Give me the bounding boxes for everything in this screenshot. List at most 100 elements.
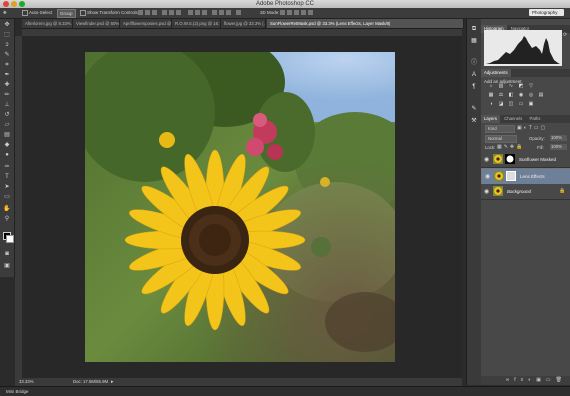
fill-field[interactable]: 100% <box>550 144 567 150</box>
document-tab[interactable]: Afterlorem.jpg @ 8.33%... <box>22 19 73 28</box>
layer-mask-thumbnail[interactable] <box>506 171 516 181</box>
move-tool-icon[interactable]: ✥ <box>3 8 7 18</box>
dodge-tool-icon[interactable]: ● <box>3 152 11 159</box>
layers-tab[interactable]: Layers <box>481 115 500 123</box>
zoom-level[interactable]: 33.33% <box>19 378 34 386</box>
distribute-bottom-icon[interactable] <box>202 10 207 15</box>
3d-rotate-icon[interactable] <box>280 10 285 15</box>
background-color-swatch[interactable] <box>6 235 14 243</box>
status-menu-icon[interactable]: ▸ <box>111 378 114 386</box>
color-balance-icon[interactable]: ⚖ <box>498 93 504 98</box>
layer-row[interactable]: ◉ Sunflower Masked <box>481 152 570 168</box>
visibility-eye-icon[interactable]: ◉ <box>485 173 490 180</box>
layer-filter-icons[interactable]: ▣◐T▭▢ <box>517 125 565 131</box>
workspace-dropdown[interactable]: Photography <box>529 9 564 16</box>
auto-align-icon[interactable] <box>236 10 241 15</box>
quick-select-tool-icon[interactable]: ✎ <box>3 52 11 59</box>
path-select-tool-icon[interactable]: ➤ <box>3 184 11 191</box>
distribute-left-icon[interactable] <box>212 10 217 15</box>
layer-row-selected[interactable]: ◉ Lens Effects <box>481 168 570 185</box>
layers-footer-icons[interactable]: ∞fx◐▣▭🗑 <box>481 376 570 385</box>
distribute-center-icon[interactable] <box>219 10 224 15</box>
curves-icon[interactable]: ∿ <box>508 84 514 89</box>
layer-mask-thumbnail[interactable] <box>505 154 515 164</box>
opacity-field[interactable]: 100% <box>550 135 567 141</box>
shape-tool-icon[interactable]: ▭ <box>3 194 11 201</box>
hue-saturation-icon[interactable]: ▦ <box>488 93 494 98</box>
invert-icon[interactable]: ◑ <box>488 102 494 107</box>
type-tool-icon[interactable]: T <box>3 174 11 181</box>
layer-filter-kind-dropdown[interactable]: Kind <box>485 125 515 133</box>
auto-select-dropdown[interactable]: Group <box>57 9 76 18</box>
document-tab-active[interactable]: SunFlowerRetMask.psd @ 33.3% (Lens Effec… <box>267 19 464 28</box>
move-tool-icon[interactable]: ✥ <box>3 22 11 29</box>
align-middle-icon[interactable] <box>145 10 150 15</box>
channels-tab[interactable]: Channels <box>501 115 525 123</box>
vibrance-icon[interactable]: ▽ <box>528 84 534 89</box>
lasso-tool-icon[interactable]: ↄ <box>3 42 11 49</box>
info-icon[interactable]: ⓘ <box>470 59 478 67</box>
levels-icon[interactable]: ▥ <box>498 84 504 89</box>
blend-mode-dropdown[interactable]: Normal <box>485 135 517 143</box>
adjustments-tab[interactable]: Adjustments <box>481 69 511 77</box>
properties-icon[interactable]: ▦ <box>470 37 478 45</box>
document-tab[interactable]: Viewfinder.psd @ 50% C... <box>73 19 120 28</box>
character-icon[interactable]: A <box>470 71 478 79</box>
photo-filter-icon[interactable]: ◉ <box>518 93 524 98</box>
brightness-contrast-icon[interactable]: ☼ <box>488 84 494 89</box>
paths-tab[interactable]: Paths <box>526 115 543 123</box>
layer-row[interactable]: ◉ Background 🔒 <box>481 184 570 200</box>
zoom-tool-icon[interactable]: ⚲ <box>3 216 11 223</box>
brush-presets-icon[interactable]: ✎ <box>470 105 478 113</box>
3d-pan-icon[interactable] <box>294 10 299 15</box>
paragraph-icon[interactable]: ¶ <box>470 83 478 91</box>
align-center-icon[interactable] <box>169 10 174 15</box>
document-canvas[interactable] <box>85 52 395 362</box>
layer-name[interactable]: Lens Effects <box>520 169 545 184</box>
layer-name[interactable]: Sunflower Masked <box>519 152 556 167</box>
tool-presets-icon[interactable]: ⚒ <box>470 117 478 125</box>
eyedropper-tool-icon[interactable]: ✒ <box>3 72 11 79</box>
blur-tool-icon[interactable]: ◆ <box>3 142 11 149</box>
selective-color-icon[interactable]: ▣ <box>528 102 534 107</box>
distribute-middle-icon[interactable] <box>195 10 200 15</box>
3d-roll-icon[interactable] <box>287 10 292 15</box>
distribute-top-icon[interactable] <box>188 10 193 15</box>
visibility-eye-icon[interactable]: ◉ <box>484 156 489 163</box>
align-bottom-icon[interactable] <box>152 10 157 15</box>
pen-tool-icon[interactable]: ✑ <box>3 164 11 171</box>
show-transform-checkbox[interactable]: Show Transform Controls <box>80 8 138 18</box>
document-tab[interactable]: R.O.W.S.(2).png @ 16.7%... <box>172 19 221 28</box>
document-tab[interactable]: flower.jpg @ 33.3% (... <box>221 19 266 28</box>
channel-mixer-icon[interactable]: ◎ <box>528 93 534 98</box>
align-top-icon[interactable] <box>138 10 143 15</box>
3d-scale-icon[interactable] <box>308 10 313 15</box>
threshold-icon[interactable]: ◫ <box>508 102 514 107</box>
history-brush-tool-icon[interactable]: ↺ <box>3 112 11 119</box>
exposure-icon[interactable]: ◩ <box>518 84 524 89</box>
screen-mode-icon[interactable]: ▣ <box>3 263 11 270</box>
healing-brush-tool-icon[interactable]: ✚ <box>3 82 11 89</box>
eraser-tool-icon[interactable]: ▱ <box>3 122 11 129</box>
histogram-refresh-icon[interactable]: ⟳ <box>563 32 567 38</box>
crop-tool-icon[interactable]: ⌗ <box>3 62 11 69</box>
marquee-tool-icon[interactable]: ⬚ <box>3 32 11 39</box>
history-icon[interactable]: ⧉ <box>470 25 478 33</box>
gradient-tool-icon[interactable]: ▤ <box>3 132 11 139</box>
clone-stamp-tool-icon[interactable]: ⊥ <box>3 102 11 109</box>
layer-name[interactable]: Background <box>507 184 531 199</box>
align-right-icon[interactable] <box>176 10 181 15</box>
brush-tool-icon[interactable]: ✏ <box>3 92 11 99</box>
auto-select-checkbox[interactable]: Auto-Select <box>22 8 52 18</box>
lock-icons[interactable]: ▦✎✥🔒 <box>497 144 524 151</box>
quick-mask-icon[interactable]: ◙ <box>3 251 11 258</box>
posterize-icon[interactable]: ◪ <box>498 102 504 107</box>
gradient-map-icon[interactable]: ▭ <box>518 102 524 107</box>
align-left-icon[interactable] <box>162 10 167 15</box>
black-white-icon[interactable]: ◧ <box>508 93 514 98</box>
color-lookup-icon[interactable]: ▤ <box>538 93 544 98</box>
document-tab[interactable]: Aprilflowersposies.psd @... <box>120 19 172 28</box>
visibility-eye-icon[interactable]: ◉ <box>484 188 489 195</box>
3d-slide-icon[interactable] <box>301 10 306 15</box>
hand-tool-icon[interactable]: ✋ <box>3 206 11 213</box>
